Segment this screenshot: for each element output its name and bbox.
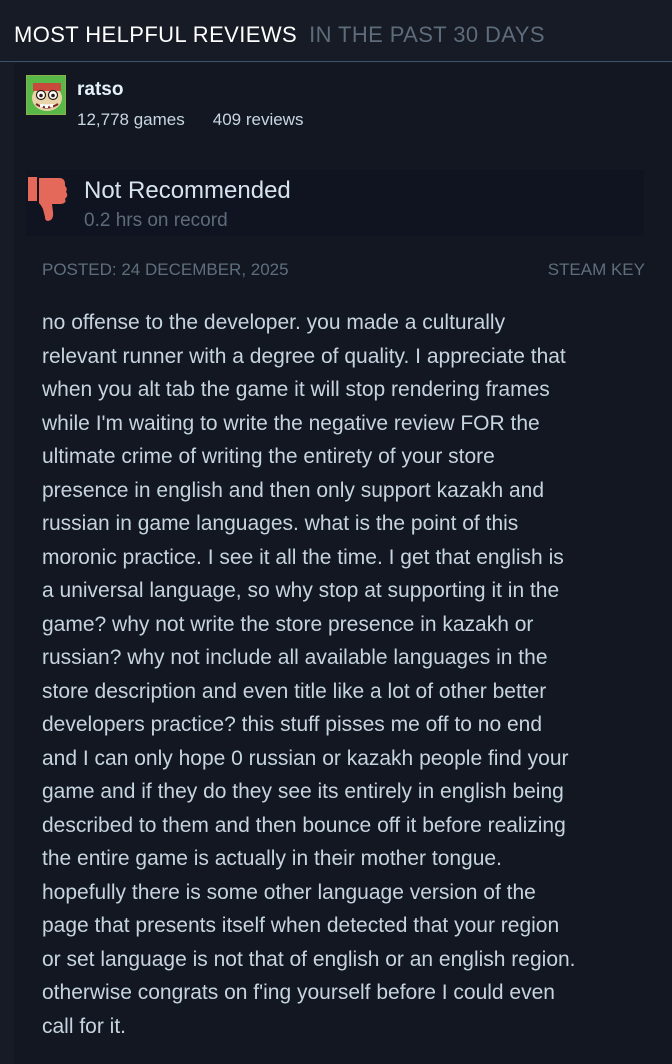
review-line: while I'm waiting to write the negative … bbox=[42, 411, 540, 435]
review-line: or set language is not that of english o… bbox=[42, 947, 576, 971]
reviewer-stats: 12,778 games 409 reviews bbox=[77, 110, 303, 130]
posted-date: POSTED: 24 DECEMBER, 2025 bbox=[42, 260, 289, 279]
section-header: MOST HELPFUL REVIEWS IN THE PAST 30 DAYS bbox=[0, 0, 672, 62]
review-line: hopefully there is some other language v… bbox=[42, 880, 536, 904]
thumbs-down-icon bbox=[28, 177, 68, 221]
review-line: no offense to the developer. you made a … bbox=[42, 311, 506, 334]
review-line: the entire game is actually in their mot… bbox=[42, 847, 502, 870]
review-line: game and if they do they see its entirel… bbox=[42, 780, 564, 803]
review-line: a universal language, so why stop at sup… bbox=[42, 579, 560, 602]
section-title-main: MOST HELPFUL REVIEWS bbox=[14, 22, 298, 47]
review-line: developers practice? this stuff pisses m… bbox=[42, 713, 543, 736]
review-line: ultimate crime of writing the entirety o… bbox=[42, 445, 495, 468]
review-verdict: Not Recommended bbox=[84, 177, 291, 204]
review-line: moronic practice. I see it all the time.… bbox=[42, 545, 564, 569]
review-line: relevant runner with a degree of quality… bbox=[42, 344, 566, 368]
review-line: russian? why not include all available l… bbox=[42, 646, 548, 669]
review-source: STEAM KEY bbox=[547, 260, 645, 279]
games-count[interactable]: 12,778 games bbox=[77, 110, 185, 129]
review-line: described to them and then bounce off it… bbox=[42, 813, 566, 837]
review-meta: POSTED: 24 DECEMBER, 2025 STEAM KEY bbox=[42, 260, 645, 282]
review-line: game? why not write the store presence i… bbox=[42, 612, 534, 636]
review-body: no offense to the developer. you made a … bbox=[42, 306, 652, 1043]
review-line: presence in english and then only suppor… bbox=[42, 478, 545, 502]
cartoon-face-avatar-icon[interactable] bbox=[26, 75, 66, 115]
review-line: call for it. bbox=[42, 1014, 127, 1038]
review-line: russian in game languages. what is the p… bbox=[42, 512, 519, 535]
section-title-sub: IN THE PAST 30 DAYS bbox=[309, 22, 545, 47]
review-line: store description and even title like a … bbox=[42, 679, 547, 703]
review-line: and I can only hope 0 russian or kazakh … bbox=[42, 746, 569, 770]
reviews-count[interactable]: 409 reviews bbox=[213, 110, 304, 129]
review-verdict-box[interactable]: Not Recommended 0.2 hrs on record bbox=[26, 170, 644, 236]
review-line: otherwise congrats on f'ing yourself bef… bbox=[42, 981, 555, 1004]
reviewer-name[interactable]: ratso bbox=[77, 79, 123, 101]
hours-on-record: 0.2 hrs on record bbox=[84, 210, 228, 231]
review-line: when you alt tab the game it will stop r… bbox=[42, 378, 550, 401]
section-title: MOST HELPFUL REVIEWS IN THE PAST 30 DAYS bbox=[14, 22, 545, 48]
review-line: page that presents itself when detected … bbox=[42, 914, 560, 937]
